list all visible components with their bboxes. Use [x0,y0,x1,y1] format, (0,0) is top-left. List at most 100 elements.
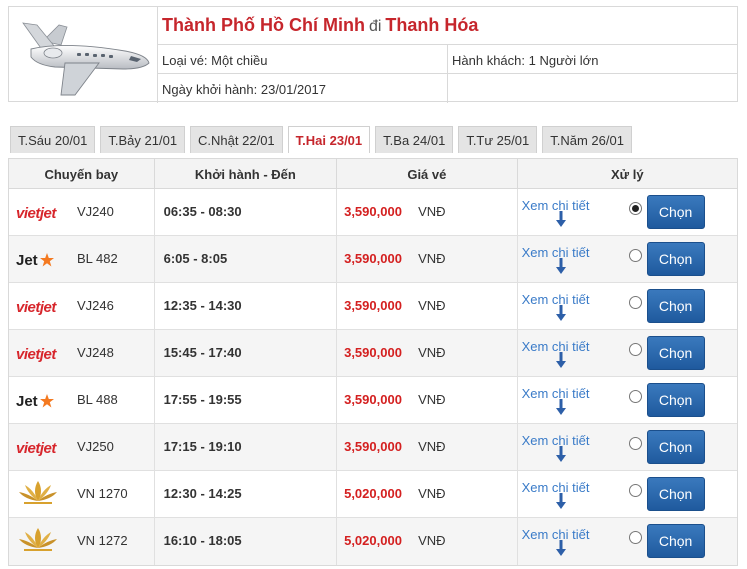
select-radio[interactable] [628,437,642,450]
vietjet-logo-icon: vietjet [16,298,56,316]
select-radio[interactable] [628,296,642,309]
flight-cell: vietjet VJ240 [9,189,155,235]
price-cell: 5,020,000 VNĐ [337,471,518,517]
choose-button[interactable]: Chọn [646,383,705,417]
flight-price: 5,020,000 [344,486,402,501]
action-cell: Xem chi tiết Chọn [518,377,737,423]
action-cell: Xem chi tiết Chọn [518,424,737,470]
tab-date-2[interactable]: C.Nhật 22/01 [190,126,283,153]
flight-time: 12:30 - 14:25 [163,486,242,501]
price-cell: 3,590,000 VNĐ [337,236,518,282]
table-row: vietjet VJ246 12:35 - 14:30 3,590,000 VNĐ Xem… [9,283,737,330]
flight-code: VN 1272 [77,533,128,548]
currency: VNĐ [418,204,446,219]
select-radio[interactable] [628,249,642,262]
arrow-down-icon [555,305,566,321]
select-radio[interactable] [628,531,642,544]
select-radio[interactable] [628,202,642,215]
action-cell: Xem chi tiết Chọn [518,283,737,329]
flight-code: VJ250 [77,439,114,454]
header-time: Khởi hành - Đến [155,159,338,188]
action-cell: Xem chi tiết Chọn [518,471,737,517]
vietnam-airlines-logo-icon [19,481,57,504]
summary-grid: Thành Phố Hồ Chí Minh đi Thanh Hóa Loại vé… [157,7,737,103]
origin-city: Thành Phố Hồ Chí Minh [162,15,365,35]
airline-logo: vietjet [16,438,60,458]
flight-price: 3,590,000 [344,298,402,313]
search-summary: Thành Phố Hồ Chí Minh đi Thanh Hóa Loại vé… [8,6,738,103]
time-cell: 06:35 - 08:30 [155,189,338,235]
select-radio[interactable] [628,343,642,356]
price-cell: 3,590,000 VNĐ [337,283,518,329]
tab-date-3[interactable]: T.Hai 23/01 [287,126,371,153]
flight-code: VJ240 [77,204,114,219]
tab-date-0[interactable]: T.Sáu 20/01 [10,126,96,153]
time-cell: 16:10 - 18:05 [155,518,338,565]
flight-cell: VN 1272 [9,518,155,565]
choose-button[interactable]: Chọn [646,430,705,464]
vietjet-logo-icon: vietjet [16,345,56,363]
price-cell: 3,590,000 VNĐ [337,424,518,470]
flight-cell: Jet BL 482 [9,236,155,282]
currency: VNĐ [418,298,446,313]
table-body: vietjet VJ240 06:35 - 08:30 3,590,000 VNĐ Xem… [9,189,737,565]
flight-price: 3,590,000 [344,204,402,219]
currency: VNĐ [418,486,446,501]
select-radio[interactable] [628,390,642,403]
table-row: Jet BL 482 6:05 - 8:05 3,590,000 VNĐ Xem chi … [9,236,737,283]
price-cell: 3,590,000 VNĐ [337,330,518,376]
vietnam-airlines-logo-icon [19,528,57,551]
flight-price: 3,590,000 [344,345,402,360]
jetstar-logo-icon: Jet [16,252,55,269]
price-cell: 3,590,000 VNĐ [337,189,518,235]
flight-time: 17:15 - 19:10 [163,439,242,454]
table-header: Chuyến bay Khởi hành - Đến Giá vé Xử lý [9,159,737,189]
tab-date-6[interactable]: T.Năm 26/01 [542,126,632,153]
currency: VNĐ [418,392,446,407]
header-flight: Chuyến bay [9,159,155,188]
tab-date-5[interactable]: T.Tư 25/01 [458,126,538,153]
destination-city: Thanh Hóa [385,15,479,35]
choose-button[interactable]: Chọn [646,195,705,229]
airline-logo: vietjet [16,203,60,223]
flight-code: BL 488 [77,392,118,407]
currency: VNĐ [418,345,446,360]
table-row: VN 1270 12:30 - 14:25 5,020,000 VNĐ Xem chi … [9,471,737,518]
flight-cell: vietjet VJ248 [9,330,155,376]
tab-date-4[interactable]: T.Ba 24/01 [375,126,454,153]
action-cell: Xem chi tiết Chọn [518,236,737,282]
airline-logo [16,481,60,505]
departure-date: Ngày khởi hành: 23/01/2017 [157,74,447,103]
price-cell: 3,590,000 VNĐ [337,377,518,423]
choose-button[interactable]: Chọn [646,289,705,323]
flight-cell: vietjet VJ246 [9,283,155,329]
table-row: Jet BL 488 17:55 - 19:55 3,590,000 VNĐ Xem ch… [9,377,737,424]
flight-cell: Jet BL 488 [9,377,155,423]
header-price: Giá vé [337,159,518,188]
jetstar-logo-icon: Jet [16,393,55,410]
flight-time: 15:45 - 17:40 [163,345,242,360]
time-cell: 12:35 - 14:30 [155,283,338,329]
tab-date-1[interactable]: T.Bảy 21/01 [100,126,186,153]
arrow-down-icon [555,211,566,227]
choose-button[interactable]: Chọn [646,524,705,558]
currency: VNĐ [418,439,446,454]
passenger-count: Hành khách: 1 Người lớn [447,45,737,74]
airline-logo: Jet [16,250,60,270]
ticket-type: Loại vé: Một chiều [157,45,447,74]
action-cell: Xem chi tiết Chọn [518,330,737,376]
choose-button[interactable]: Chọn [646,242,705,276]
flight-time: 17:55 - 19:55 [163,392,242,407]
time-cell: 17:55 - 19:55 [155,377,338,423]
vietjet-logo-icon: vietjet [16,439,56,457]
choose-button[interactable]: Chọn [646,477,705,511]
arrow-down-icon [555,399,566,415]
airline-logo [16,528,60,552]
flight-cell: VN 1270 [9,471,155,517]
arrow-down-icon [555,493,566,509]
flight-time: 16:10 - 18:05 [163,533,242,548]
choose-button[interactable]: Chọn [646,336,705,370]
table-row: vietjet VJ240 06:35 - 08:30 3,590,000 VNĐ Xem… [9,189,737,236]
flights-table: Chuyến bay Khởi hành - Đến Giá vé Xử lý … [8,158,738,566]
select-radio[interactable] [628,484,642,497]
